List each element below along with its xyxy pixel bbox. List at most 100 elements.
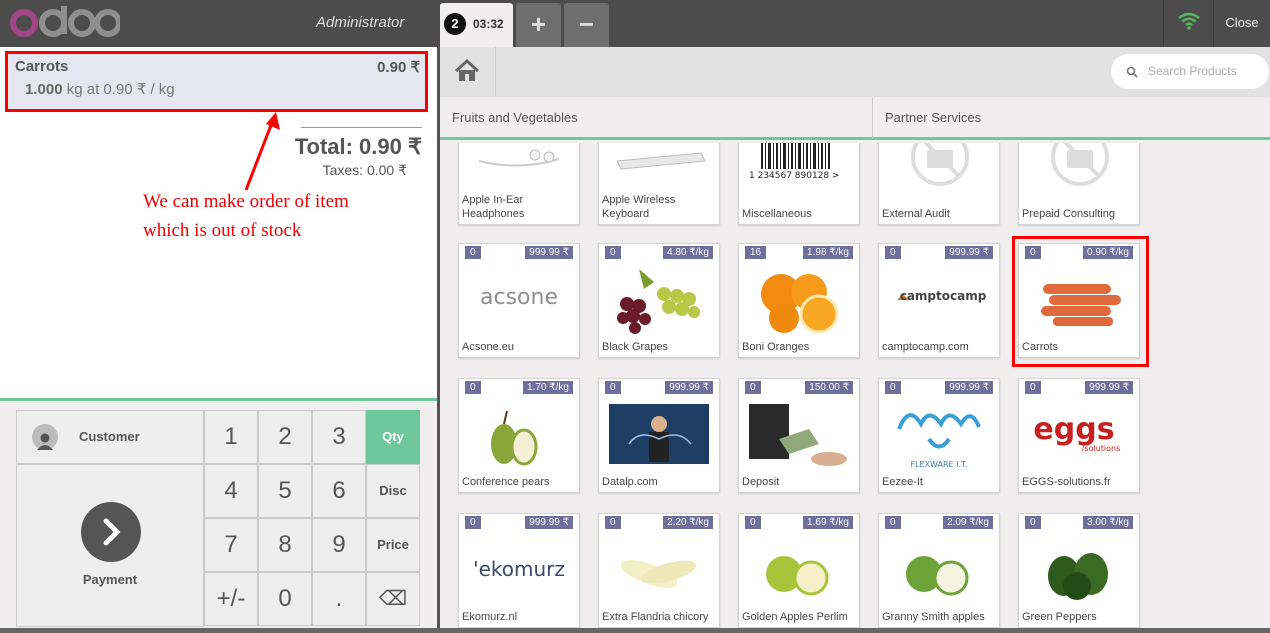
backspace-icon[interactable]: ⌫ <box>366 572 420 626</box>
product-name: Miscellaneous <box>742 208 812 220</box>
svg-text:/solutions: /solutions <box>1082 444 1121 453</box>
product-card[interactable]: 0 4.80 ₹/kg Black Grapes <box>598 243 720 358</box>
svg-text:camptocamp: camptocamp <box>900 289 987 303</box>
home-icon[interactable] <box>440 47 496 96</box>
eggs-logo: eggs /solutions <box>1033 412 1121 453</box>
customer-button[interactable]: Customer <box>16 410 204 464</box>
qty-mode-button[interactable]: Qty <box>366 410 420 464</box>
customer-label: Customer <box>79 429 140 444</box>
product-name: Acsone.eu <box>462 341 514 353</box>
acsone-logo: acsone <box>480 285 558 310</box>
product-card[interactable]: 0 999.99 ₹ eggs /solutions EGGS-solution… <box>1018 378 1140 493</box>
numpad-1[interactable]: 1 <box>204 410 258 464</box>
numpad-9[interactable]: 9 <box>312 518 366 572</box>
product-name: Eezee-It <box>882 476 923 488</box>
product-card[interactable]: 0 2.20 ₹/kg Extra Flandria chicory <box>598 513 720 628</box>
product-card[interactable]: Prepaid Consulting <box>1018 143 1140 225</box>
numpad-7[interactable]: 7 <box>204 518 258 572</box>
numpad-8[interactable]: 8 <box>258 518 312 572</box>
product-card[interactable]: 0 3.00 ₹/kg Green Peppers <box>1018 513 1140 628</box>
product-card[interactable]: 0 999.99 ₹ 'ekomurz Ekomurz.nl <box>458 513 580 628</box>
numpad-5[interactable]: 5 <box>258 464 312 518</box>
user-name[interactable]: Administrator <box>316 14 404 31</box>
stock-badge: 0 <box>885 381 901 394</box>
product-card[interactable]: 0 999.99 ₹ camptocamp camptocamp.com <box>878 243 1000 358</box>
product-name: Apple Wireless Keyboard <box>602 194 676 220</box>
stock-badge: 0 <box>745 381 761 394</box>
svg-text:acsone: acsone <box>480 285 558 310</box>
stock-badge: 0 <box>745 516 761 529</box>
product-name: External Audit <box>882 208 950 220</box>
disc-mode-button[interactable]: Disc <box>366 464 420 518</box>
wifi-icon[interactable] <box>1163 0 1213 47</box>
new-order-button[interactable]: + <box>516 3 561 47</box>
product-name: Deposit <box>742 476 780 488</box>
product-card[interactable]: 0 999.99 ₹ FLEXWARE I.T. Eezee-It <box>878 378 1000 493</box>
category-partner-services[interactable]: Partner Services <box>873 97 1270 138</box>
eezee-logo: FLEXWARE I.T. <box>897 413 981 469</box>
odoo-logo <box>10 6 120 37</box>
svg-text:'ekomurz: 'ekomurz <box>473 557 565 581</box>
product-card[interactable]: 0 999.99 ₹ acsone Acsone.eu <box>458 243 580 358</box>
close-button[interactable]: Close <box>1213 0 1270 47</box>
category-bar: Fruits and Vegetables Partner Services <box>440 96 1270 140</box>
price-mode-button[interactable]: Price <box>366 518 420 572</box>
product-grid: Apple In-Ear Headphones Apple Wireless K… <box>440 143 1270 633</box>
pears-image <box>491 410 538 466</box>
product-name: Extra Flandria chicory <box>602 611 709 623</box>
payment-button[interactable]: Payment <box>16 464 204 627</box>
price-badge: 999.99 ₹ <box>525 516 573 529</box>
product-card[interactable]: Apple In-Ear Headphones <box>458 143 580 225</box>
price-badge: 2.09 ₹/kg <box>943 516 993 529</box>
chevron-right-icon <box>81 502 141 562</box>
product-card[interactable]: 0 2.09 ₹/kg Granny Smith apples <box>878 513 1000 628</box>
search-input[interactable]: Search Products <box>1111 54 1269 89</box>
stock-badge: 0 <box>605 246 621 259</box>
datalp-image <box>609 404 709 464</box>
delete-order-button[interactable]: − <box>564 3 609 47</box>
product-card[interactable]: 0 1.70 ₹/kg Conference pears <box>458 378 580 493</box>
price-badge: 150.00 ₹ <box>805 381 853 394</box>
product-name: Boni Oranges <box>742 341 810 353</box>
stock-badge: 0 <box>605 516 621 529</box>
highlight-box-carrots <box>1012 236 1149 367</box>
product-card[interactable]: 1 234567 890128 > Miscellaneous <box>738 143 860 225</box>
search-placeholder: Search Products <box>1148 64 1237 78</box>
price-badge: 999.99 ₹ <box>665 381 713 394</box>
order-tab[interactable]: 2 03:32 <box>440 3 513 47</box>
price-badge: 999.99 ₹ <box>525 246 573 259</box>
product-card[interactable]: 0 150.00 ₹ Deposit <box>738 378 860 493</box>
product-card[interactable]: External Audit <box>878 143 1000 225</box>
chicory-image <box>620 560 697 588</box>
granny-smith-image <box>906 556 969 596</box>
price-badge: 2.20 ₹/kg <box>663 516 713 529</box>
product-name: Prepaid Consulting <box>1022 208 1115 220</box>
numpad-dot[interactable]: . <box>312 572 366 626</box>
product-card[interactable]: 16 1.98 ₹/kg Boni Oranges <box>738 243 860 358</box>
price-badge: 1.70 ₹/kg <box>523 381 573 394</box>
top-bar: Administrator 2 03:32 + − Close <box>0 0 1270 47</box>
product-header: Search Products <box>437 47 1270 96</box>
product-name: Ekomurz.nl <box>462 611 518 623</box>
numpad-4[interactable]: 4 <box>204 464 258 518</box>
product-card[interactable]: Apple Wireless Keyboard <box>598 143 720 225</box>
product-card[interactable]: 0 999.99 ₹ Datalp.com <box>598 378 720 493</box>
numpad-6[interactable]: 6 <box>312 464 366 518</box>
category-fruits-vegetables[interactable]: Fruits and Vegetables <box>440 97 873 138</box>
no-image-icon <box>1051 143 1109 186</box>
green-peppers-image <box>1048 553 1108 600</box>
product-name: Datalp.com <box>602 476 658 488</box>
order-total: Total: 0.90 ₹ <box>294 134 422 159</box>
barcode-image: 1 234567 890128 > <box>749 143 840 179</box>
product-name: camptocamp.com <box>882 341 969 353</box>
annotation-text: We can make order of item which is out o… <box>143 191 349 241</box>
numpad-plus-minus[interactable]: +/- <box>204 572 258 626</box>
svg-text:eggs: eggs <box>1033 412 1114 447</box>
product-name: Apple In-Ear Headphones <box>462 194 525 220</box>
numpad-2[interactable]: 2 <box>258 410 312 464</box>
numpad-0[interactable]: 0 <box>258 572 312 626</box>
product-card[interactable]: 0 1.69 ₹/kg Golden Apples Perlim <box>738 513 860 628</box>
search-icon <box>1126 66 1138 78</box>
ekomurz-logo: 'ekomurz <box>473 557 565 581</box>
numpad-3[interactable]: 3 <box>312 410 366 464</box>
